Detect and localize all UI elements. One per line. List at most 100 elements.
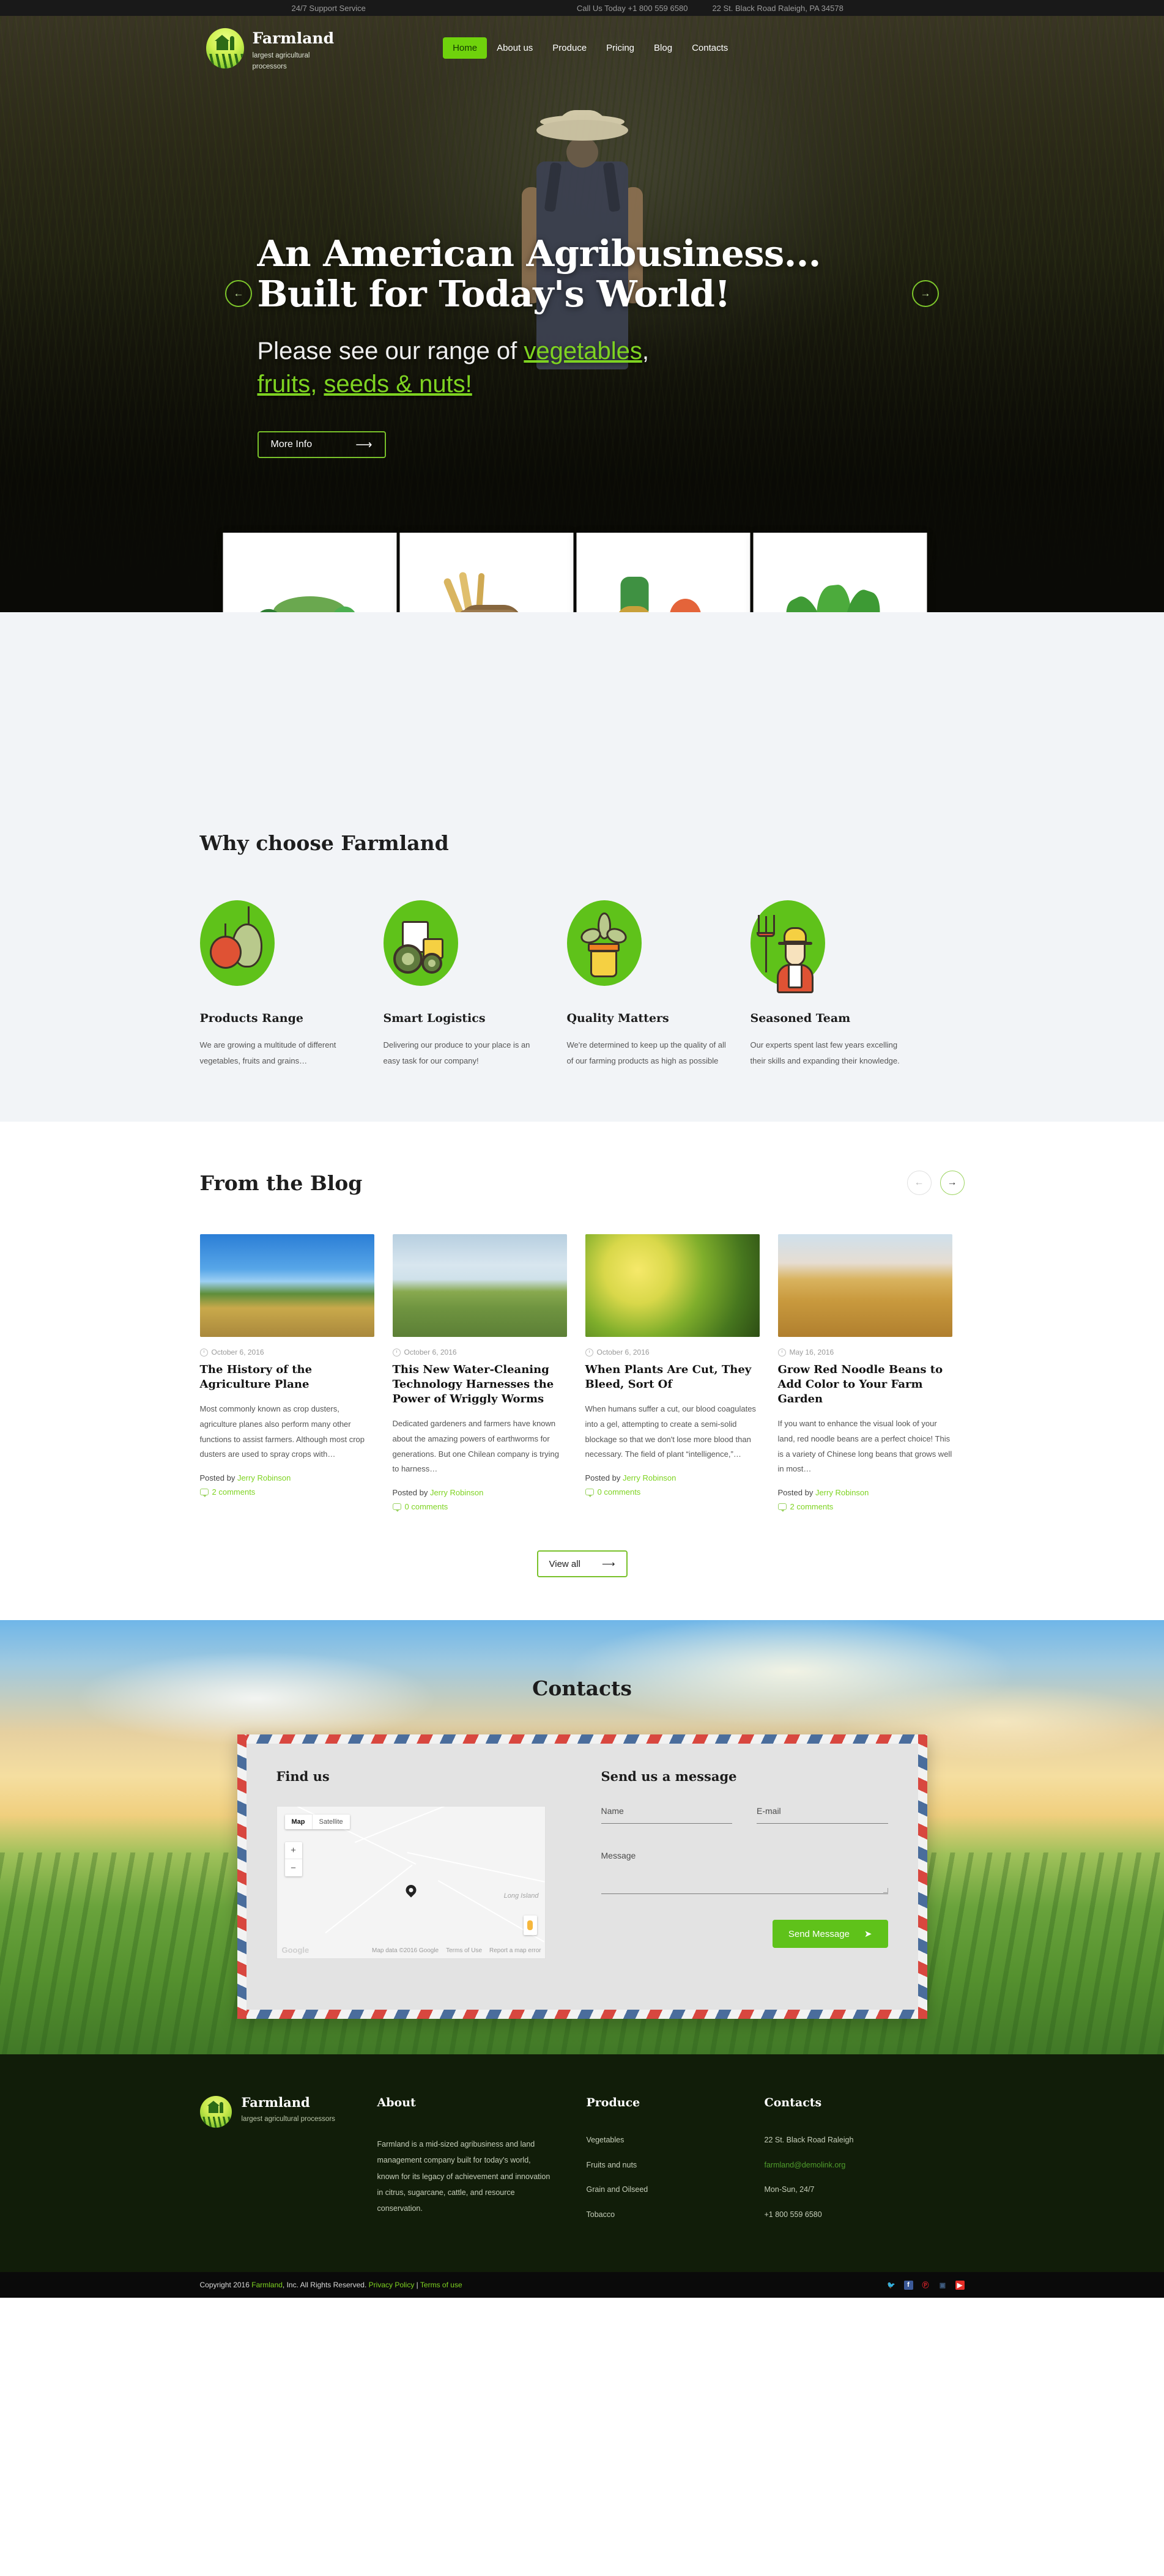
twitter-icon[interactable]: 🐦 <box>887 2281 896 2290</box>
zoom-out-button[interactable]: − <box>285 1859 302 1876</box>
comment-bubble-icon <box>392 1503 401 1512</box>
slider-prev-icon[interactable]: ← <box>225 280 252 307</box>
footer-produce-item[interactable]: Grain and Oilseed <box>587 2186 736 2194</box>
terms-of-use-link[interactable]: Terms of use <box>420 2281 462 2289</box>
envelope-stripe-top <box>237 1734 927 1744</box>
nav-item-contacts[interactable]: Contacts <box>682 37 738 59</box>
category-card-tobacco[interactable]: Tobacco <box>753 533 927 612</box>
name-field[interactable]: Name <box>601 1806 732 1824</box>
post-excerpt: If you want to enhance the visual look o… <box>777 1419 952 1474</box>
blog-prev-icon[interactable]: ← <box>906 1171 932 1195</box>
google-map[interactable]: Map Satellite + − Long Island Google Map… <box>276 1806 546 1960</box>
post-author: Posted by Jerry Robinson <box>585 1473 760 1482</box>
copyright-brand-link[interactable]: Farmland <box>251 2281 283 2289</box>
send-message-title: Send us a message <box>601 1769 737 1785</box>
facebook-icon[interactable]: f <box>903 2280 913 2290</box>
map-zoom-control[interactable]: + − <box>284 1842 302 1877</box>
top-bar: 24/7 Support Service Call Us Today +1 80… <box>0 0 1164 16</box>
instagram-icon[interactable]: ▣ <box>938 2281 947 2290</box>
map-button[interactable]: Map <box>285 1815 313 1830</box>
copyright-prefix: Copyright 2016 <box>199 2281 252 2290</box>
copyright-text: Copyright 2016 Farmland, Inc. All Rights… <box>200 2281 462 2289</box>
logo[interactable]: Farmland largest agricultural processors <box>206 23 334 73</box>
category-card-grain-and-oilseed[interactable]: Grain and Oilseed <box>399 533 573 612</box>
clock-icon <box>392 1348 401 1356</box>
feature-text: We're determined to keep up the quality … <box>566 1040 726 1065</box>
view-all-button[interactable]: View all ⟶ <box>536 1550 628 1578</box>
author-link[interactable]: Jerry Robinson <box>815 1488 869 1497</box>
message-input-underline[interactable] <box>601 1893 888 1895</box>
footer-produce-item[interactable]: Tobacco <box>587 2211 736 2219</box>
more-info-button[interactable]: More Info ⟶ <box>257 431 386 459</box>
category-card-vegetables[interactable]: Vegetables <box>223 533 396 612</box>
pinterest-icon[interactable]: Ⓟ <box>921 2281 930 2290</box>
send-message-button[interactable]: Send Message ➤ <box>772 1920 888 1949</box>
zoom-in-button[interactable]: + <box>284 1842 302 1860</box>
post-date-text: May 16, 2016 <box>789 1348 834 1356</box>
slider-next-icon[interactable]: → <box>912 280 939 307</box>
post-comments[interactable]: 0 comments <box>392 1502 567 1512</box>
hero-link-fruits[interactable]: fruits <box>258 371 311 398</box>
potted-plant-icon <box>566 900 642 986</box>
hero-link-seeds-nuts[interactable]: seeds & nuts! <box>324 371 472 398</box>
post-title[interactable]: This New Water-Cleaning Technology Harne… <box>393 1363 567 1407</box>
map-pin-icon[interactable] <box>403 1882 418 1898</box>
clock-icon <box>585 1348 593 1356</box>
footer-contact-phone[interactable]: +1 800 559 6580 <box>765 2211 914 2219</box>
blog-next-icon[interactable]: → <box>940 1171 965 1195</box>
map-type-control[interactable]: Map Satellite <box>284 1815 350 1830</box>
message-field[interactable]: Message <box>601 1851 888 1895</box>
nav-item-pricing[interactable]: Pricing <box>596 37 644 59</box>
category-card-fruits-and-nuts[interactable]: Fruits and Nuts <box>576 533 750 612</box>
hero-link-vegetables[interactable]: vegetables <box>524 338 642 365</box>
feature-products-range: Products Range We are growing a multitud… <box>199 900 364 1069</box>
blog-title: From the Blog <box>199 1171 363 1195</box>
email-input-underline[interactable] <box>757 1823 888 1824</box>
footer-contact-email[interactable]: farmland@demolink.org <box>765 2161 914 2169</box>
satellite-button[interactable]: Satellite <box>313 1815 350 1829</box>
feature-title: Products Range <box>199 1012 303 1025</box>
footer-produce-item[interactable]: Fruits and nuts <box>587 2161 736 2169</box>
post-title[interactable]: Grow Red Noodle Beans to Add Color to Yo… <box>778 1363 952 1407</box>
nav-item-about-us[interactable]: About us <box>487 37 543 59</box>
footer-produce-item[interactable]: Vegetables <box>587 2136 736 2144</box>
more-info-label: More Info <box>270 439 313 450</box>
copyright-bar: Copyright 2016 Farmland, Inc. All Rights… <box>0 2272 1164 2298</box>
nav-item-home[interactable]: Home <box>443 37 487 59</box>
blog-post-card: October 6, 2016 This New Water-Cleaning … <box>392 1234 567 1512</box>
post-thumbnail[interactable] <box>392 1234 567 1337</box>
feature-seasoned-team: Seasoned Team Our experts spent last few… <box>750 900 914 1069</box>
main-nav: Home About us Produce Pricing Blog Conta… <box>443 37 738 59</box>
comment-bubble-icon <box>199 1488 209 1497</box>
post-comments[interactable]: 2 comments <box>777 1502 952 1512</box>
youtube-icon[interactable]: ▶ <box>955 2280 965 2290</box>
nav-item-blog[interactable]: Blog <box>644 37 682 59</box>
nav-item-produce[interactable]: Produce <box>543 37 596 59</box>
footer-logo[interactable]: Farmland largest agricultural processors <box>199 2096 377 2235</box>
posted-by-label: Posted by <box>585 1473 621 1482</box>
author-link[interactable]: Jerry Robinson <box>430 1488 483 1497</box>
email-field[interactable]: E-mail <box>757 1806 888 1824</box>
pegman-icon[interactable] <box>523 1915 537 1936</box>
author-link[interactable]: Jerry Robinson <box>623 1473 676 1482</box>
post-thumbnail[interactable] <box>199 1234 374 1337</box>
post-title[interactable]: The History of the Agriculture Plane <box>200 1363 374 1392</box>
report-map-error-link[interactable]: Report a map error <box>489 1947 541 1954</box>
envelope-stripe-left <box>237 1734 247 2019</box>
name-input-underline[interactable] <box>601 1823 732 1824</box>
author-link[interactable]: Jerry Robinson <box>237 1473 291 1482</box>
category-cards: Vegetables Grain and Oilseed Fruits and … <box>223 533 941 612</box>
privacy-policy-link[interactable]: Privacy Policy <box>369 2281 415 2289</box>
post-comments[interactable]: 0 comments <box>585 1487 760 1497</box>
address-text: 22 St. Black Road Raleigh, PA 34578 <box>712 3 843 13</box>
phone-text[interactable]: Call Us Today +1 800 559 6580 <box>577 4 688 13</box>
post-thumbnail[interactable] <box>585 1234 760 1337</box>
posted-by-label: Posted by <box>392 1488 428 1498</box>
terms-of-use-link[interactable]: Terms of Use <box>446 1947 482 1954</box>
hero-title: An American Agribusiness... Built for To… <box>258 233 965 314</box>
tobacco-image <box>776 567 901 612</box>
post-title[interactable]: When Plants Are Cut, They Bleed, Sort Of <box>585 1363 760 1392</box>
post-comments[interactable]: 2 comments <box>199 1487 374 1497</box>
post-thumbnail[interactable] <box>777 1234 952 1337</box>
resize-handle-icon[interactable] <box>883 1888 888 1893</box>
